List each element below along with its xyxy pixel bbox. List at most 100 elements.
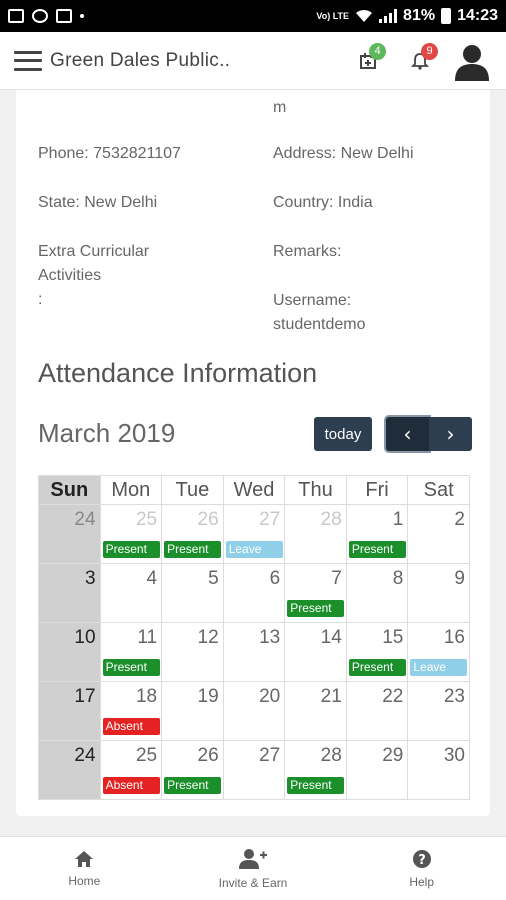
weekday-header: Thu xyxy=(284,475,347,505)
day-number: 28 xyxy=(320,509,342,530)
next-month-button[interactable]: › xyxy=(429,417,472,451)
notifications-button[interactable]: 9 xyxy=(400,41,440,81)
calendar-week-row: 24 25 Absent 26 Present 27 28 Present 29 30 xyxy=(38,740,470,800)
calendar-day-cell[interactable]: 14 xyxy=(284,622,347,682)
calendar-week-row: 3 4 5 6 7 Present 8 9 xyxy=(38,563,470,623)
help-icon: ? xyxy=(412,849,431,868)
attendance-status-present[interactable]: Present xyxy=(287,600,345,617)
nav-help[interactable]: ? Help xyxy=(337,837,506,900)
calendar-day-cell[interactable]: 2 xyxy=(407,504,470,564)
day-number: 30 xyxy=(443,745,465,766)
remarks-field: Remarks: xyxy=(273,243,342,260)
add-user-icon xyxy=(239,848,267,869)
mail-notification-icon xyxy=(56,9,72,23)
calendar-day-cell[interactable]: 20 xyxy=(222,681,286,741)
day-number: 27 xyxy=(259,745,281,766)
calendar-day-cell[interactable]: 3 xyxy=(38,563,101,623)
calendar-day-cell[interactable]: 22 xyxy=(345,681,409,741)
calendar-day-cell[interactable]: 5 xyxy=(161,563,224,623)
calendar-day-cell[interactable]: 26 Present xyxy=(161,740,224,800)
calendar-button[interactable]: 4 xyxy=(348,41,388,81)
attendance-status-present[interactable]: Present xyxy=(287,777,345,794)
attendance-status-absent[interactable]: Absent xyxy=(102,777,160,794)
weekday-header: Fri xyxy=(345,475,409,505)
calendar-day-cell[interactable]: 7 Present xyxy=(284,563,347,623)
attendance-status-leave[interactable]: Leave xyxy=(410,659,468,676)
calendar-day-cell[interactable]: 9 xyxy=(407,563,470,623)
calendar-day-cell[interactable]: 17 xyxy=(38,681,101,741)
calendar-day-cell[interactable]: 27 xyxy=(222,740,286,800)
day-number: 2 xyxy=(454,509,465,530)
calendar-day-cell[interactable]: 25 Absent xyxy=(99,740,163,800)
attendance-status-present[interactable]: Present xyxy=(164,541,222,558)
day-number: 5 xyxy=(208,568,219,589)
day-number: 24 xyxy=(74,509,96,530)
calendar-day-cell[interactable]: 29 xyxy=(345,740,409,800)
calendar-week-row: 17 18 Absent 19 20 21 22 23 xyxy=(38,681,470,741)
calendar-day-cell[interactable]: 11 Present xyxy=(99,622,163,682)
attendance-status-absent[interactable]: Absent xyxy=(102,718,160,735)
weekday-header: Wed xyxy=(222,475,286,505)
calendar-day-cell[interactable]: 16 Leave xyxy=(407,622,470,682)
day-number: 9 xyxy=(454,568,465,589)
calendar-day-cell[interactable]: 1 Present xyxy=(345,504,409,564)
day-number: 4 xyxy=(146,568,158,589)
calendar-day-cell[interactable]: 19 xyxy=(161,681,224,741)
calendar-day-cell[interactable]: 28 Present xyxy=(284,740,347,800)
day-number: 20 xyxy=(259,686,281,707)
day-number: 10 xyxy=(74,627,96,648)
attendance-status-present[interactable]: Present xyxy=(102,541,160,558)
calendar-day-cell[interactable]: 8 xyxy=(345,563,409,623)
clock: 14:23 xyxy=(457,7,498,24)
day-number: 27 xyxy=(259,509,281,530)
nav-invite-earn[interactable]: Invite & Earn xyxy=(169,837,338,900)
calendar-day-cell[interactable]: 26 Present xyxy=(161,504,224,564)
nav-invite-earn-label: Invite & Earn xyxy=(218,875,288,890)
day-number: 25 xyxy=(135,745,158,766)
attendance-status-present[interactable]: Present xyxy=(102,659,160,676)
calendar-day-cell[interactable]: 25 Present xyxy=(99,504,163,564)
calendar-day-cell[interactable]: 18 Absent xyxy=(99,681,163,741)
attendance-status-present[interactable]: Present xyxy=(348,659,406,676)
calendar-day-cell[interactable]: 21 xyxy=(284,681,347,741)
student-profile-card: m Phone: 7532821107 Address: New Delhi S… xyxy=(16,90,490,816)
calendar-day-cell[interactable]: 13 xyxy=(222,622,286,682)
previous-month-button[interactable]: ‹ xyxy=(386,417,429,451)
menu-icon[interactable] xyxy=(14,50,42,71)
calendar-day-cell[interactable]: 30 xyxy=(407,740,470,800)
calendar-week-row: 10 11 Present 12 13 14 15 Present 16 Leave xyxy=(38,622,470,682)
calendar-day-cell[interactable]: 23 xyxy=(407,681,470,741)
attendance-calendar: Sun Mon Tue Wed Thu Fri Sat 24 25 Present 26 Prese… xyxy=(38,475,470,800)
extra-curricular-field: Extra Curricular Activities : xyxy=(38,240,149,312)
day-number: 14 xyxy=(320,627,342,648)
calendar-day-cell[interactable]: 24 xyxy=(38,740,101,800)
calendar-day-cell[interactable]: 24 xyxy=(38,504,101,564)
day-number: 25 xyxy=(135,509,158,530)
day-number: 19 xyxy=(197,686,219,707)
attendance-status-leave[interactable]: Leave xyxy=(225,541,283,558)
calendar-day-cell[interactable]: 28 xyxy=(284,504,347,564)
day-number: 18 xyxy=(135,686,158,707)
home-icon xyxy=(75,850,94,867)
calendar-month-title: March 2019 xyxy=(38,418,176,448)
calendar-day-cell[interactable]: 27 Leave xyxy=(222,504,286,564)
calendar-day-cell[interactable]: 15 Present xyxy=(345,622,409,682)
username-label: Username: xyxy=(273,292,352,309)
more-notifications-icon xyxy=(80,14,84,18)
today-button[interactable]: today xyxy=(314,417,372,451)
day-number: 6 xyxy=(269,568,281,589)
calendar-day-cell[interactable]: 12 xyxy=(161,622,224,682)
nav-home[interactable]: Home xyxy=(0,837,169,900)
avatar[interactable] xyxy=(452,41,492,81)
calendar-day-cell[interactable]: 10 xyxy=(38,622,101,682)
day-number: 21 xyxy=(320,686,342,707)
calendar-day-cell[interactable]: 4 xyxy=(99,563,163,623)
nav-home-label: Home xyxy=(68,873,101,888)
email-tail: m xyxy=(273,99,287,116)
attendance-status-present[interactable]: Present xyxy=(164,777,222,794)
status-bar: Vo) LTE 81% 14:23 xyxy=(0,0,506,32)
attendance-status-present[interactable]: Present xyxy=(348,541,406,558)
chevron-right-icon: › xyxy=(446,422,455,446)
calendar-day-cell[interactable]: 6 xyxy=(222,563,286,623)
day-number: 13 xyxy=(259,627,281,648)
